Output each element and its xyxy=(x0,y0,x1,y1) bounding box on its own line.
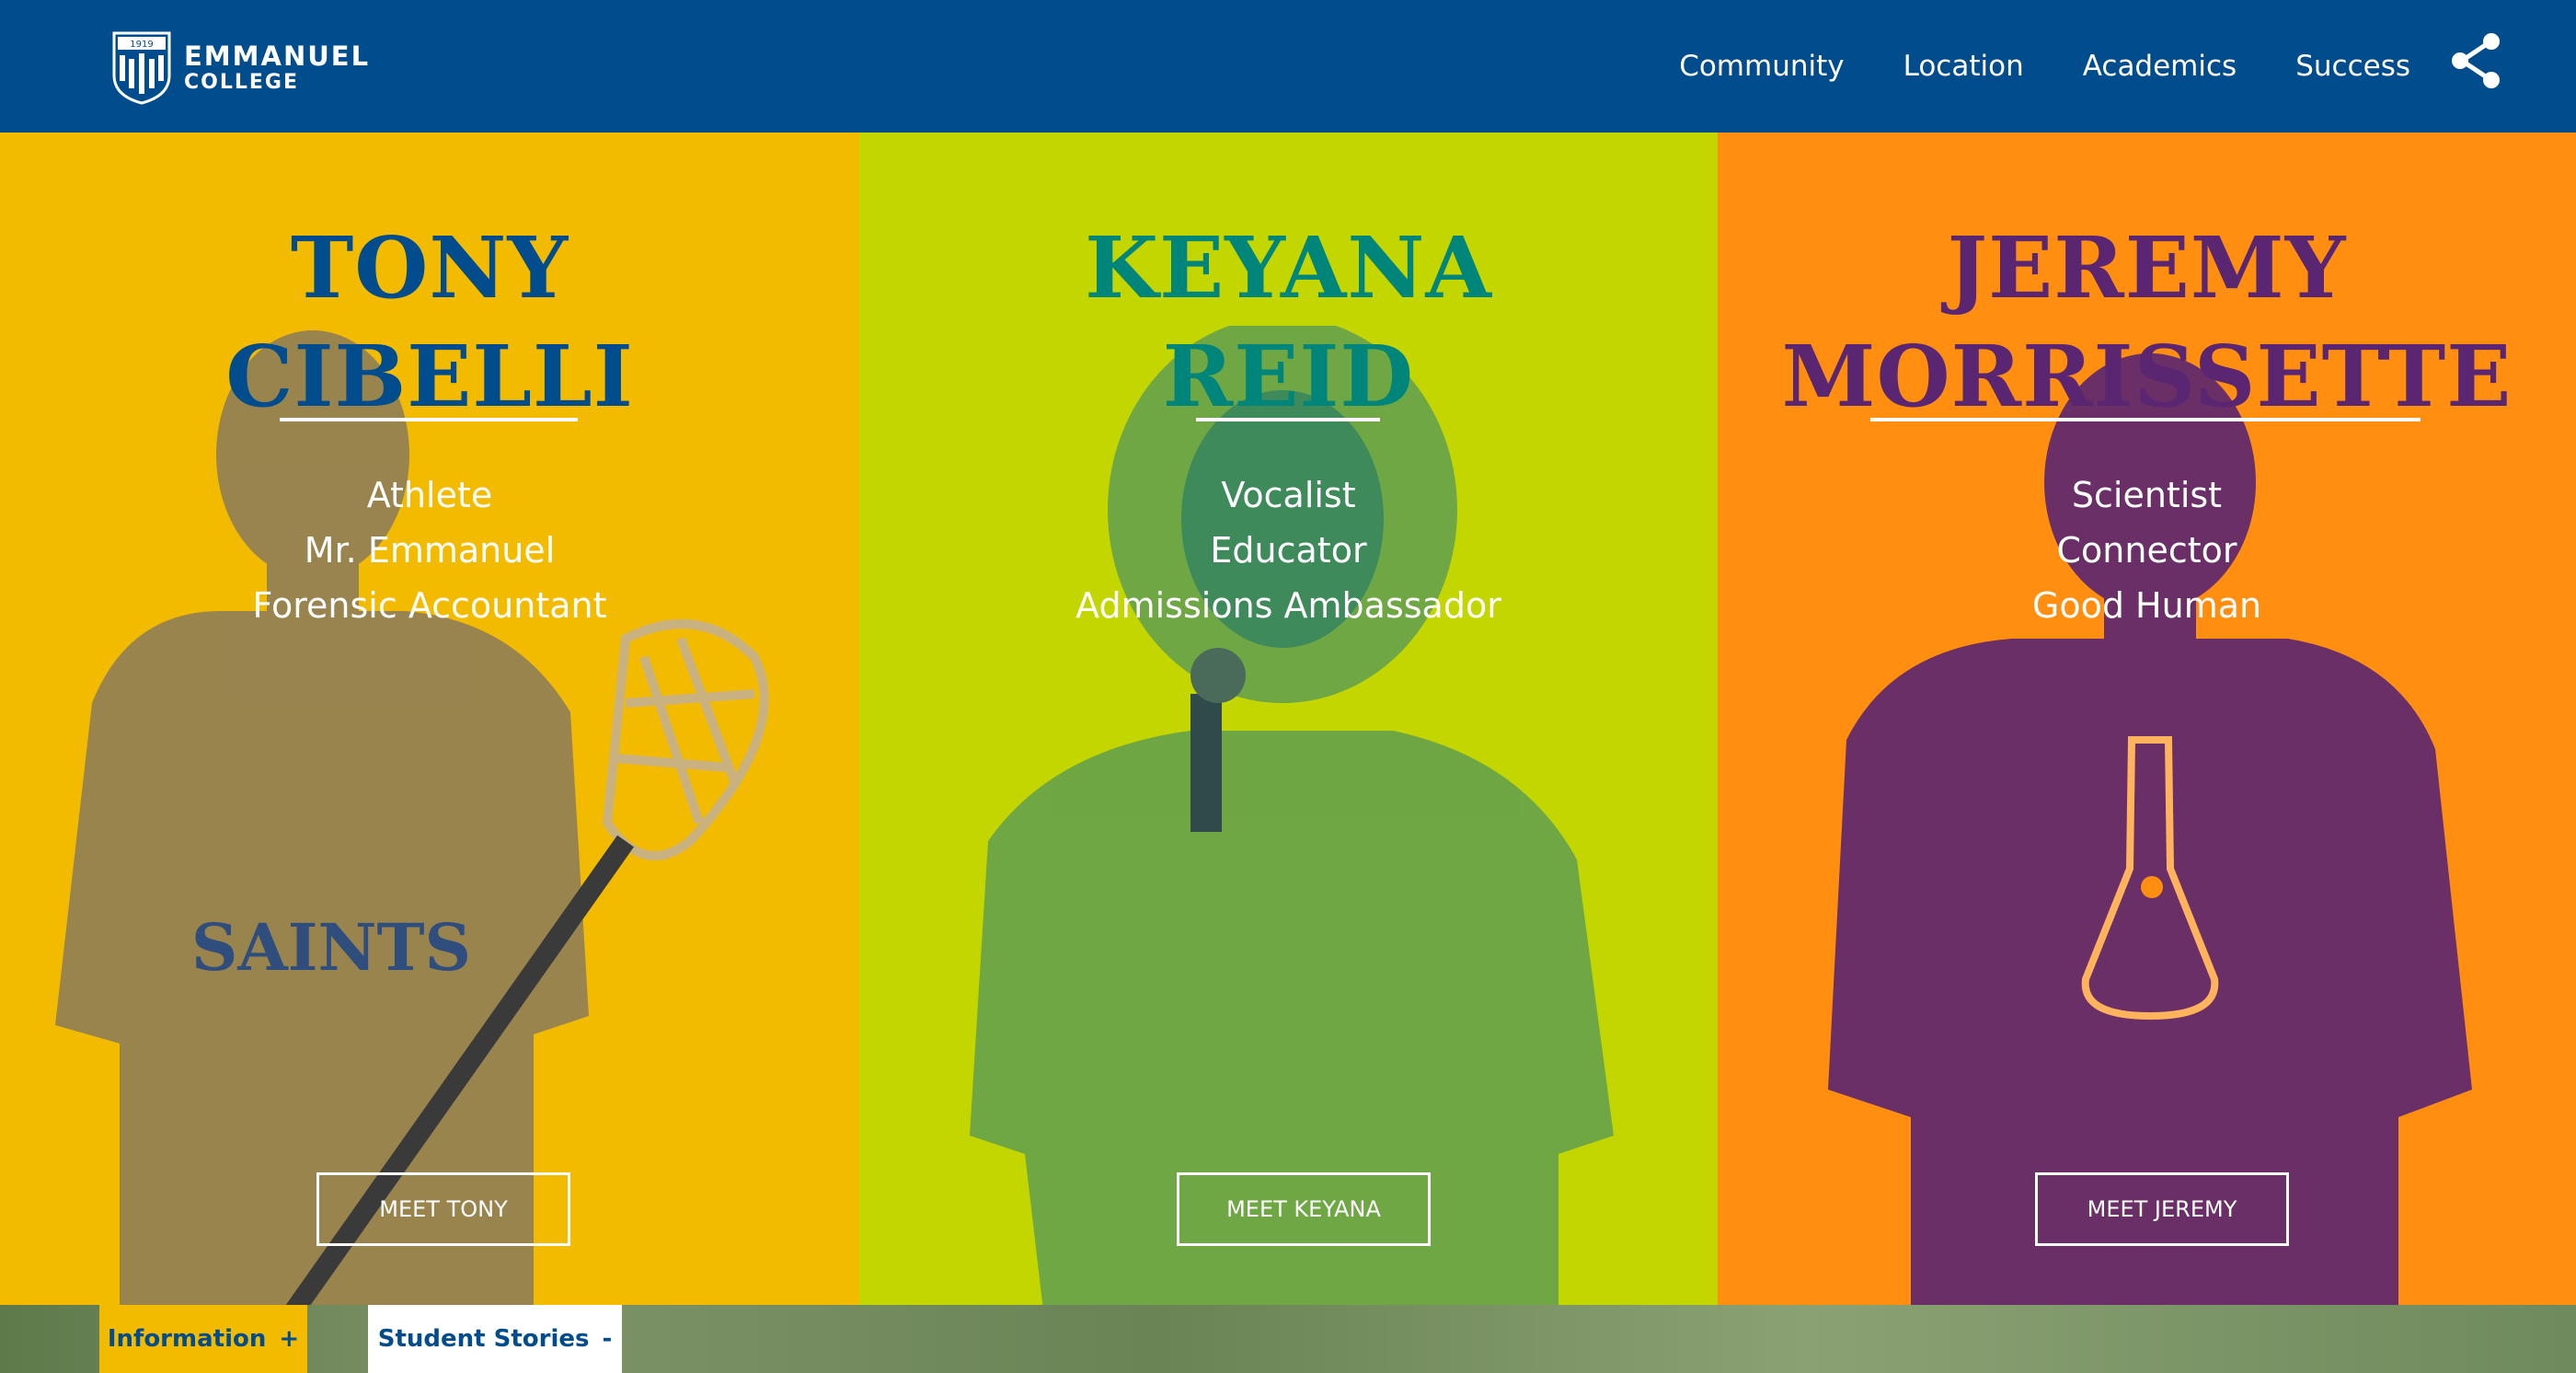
svg-text:SAINTS: SAINTS xyxy=(191,909,471,986)
tab-stories-label: Student Stories xyxy=(377,1325,590,1353)
student-roles-keyana: Vocalist Educator Admissions Ambassador xyxy=(859,467,1718,633)
minus-icon: - xyxy=(602,1325,613,1353)
last-name: REID xyxy=(1162,327,1415,426)
meet-tony-button[interactable]: MEET TONY xyxy=(316,1172,570,1246)
logo-line1: EMMANUEL xyxy=(184,40,371,72)
nav-academics[interactable]: Academics xyxy=(2083,50,2237,83)
student-roles-tony: Athlete Mr. Emmanuel Forensic Accountant xyxy=(0,467,859,633)
first-name: TONY xyxy=(290,218,569,317)
role: Athlete xyxy=(366,475,493,515)
student-roles-jeremy: Scientist Connector Good Human xyxy=(1718,467,2576,633)
student-name-keyana: KEYANA REID xyxy=(859,213,1718,431)
name-underline xyxy=(280,418,578,421)
first-name: JEREMY xyxy=(1947,218,2347,317)
student-panel-jeremy[interactable]: JEREMY MORRISSETTE Scientist Connector G… xyxy=(1718,133,2576,1305)
emmanuel-logo[interactable]: 1919 EMMANUEL COLLEGE xyxy=(112,31,370,105)
nav-community[interactable]: Community xyxy=(1679,50,1844,83)
meet-jeremy-button[interactable]: MEET JEREMY xyxy=(2035,1172,2289,1246)
share-icon[interactable] xyxy=(2447,31,2506,90)
main-nav: Community Location Academics Success xyxy=(1679,0,2576,133)
logo-line2: COLLEGE xyxy=(184,70,299,94)
nav-success[interactable]: Success xyxy=(2295,50,2410,83)
student-name-jeremy: JEREMY MORRISSETTE xyxy=(1718,213,2576,431)
role: Vocalist xyxy=(1221,475,1356,515)
last-name: CIBELLI xyxy=(225,327,634,426)
nav-location[interactable]: Location xyxy=(1903,50,2024,83)
logo-text: EMMANUEL COLLEGE xyxy=(184,40,371,94)
student-panel-tony[interactable]: SAINTS TONY CIBELLI Athlete Mr. Emmanuel… xyxy=(0,133,859,1305)
role: Connector xyxy=(2056,530,2237,571)
meet-keyana-button[interactable]: MEET KEYANA xyxy=(1177,1172,1431,1246)
name-underline xyxy=(1870,418,2421,421)
role: Educator xyxy=(1210,530,1367,571)
role: Good Human xyxy=(2031,585,2262,626)
tab-information[interactable]: Information + xyxy=(99,1305,307,1373)
site-header: 1919 EMMANUEL COLLEGE Community Location… xyxy=(0,0,2576,133)
student-name-tony: TONY CIBELLI xyxy=(0,213,859,431)
role: Mr. Emmanuel xyxy=(304,530,556,571)
role: Forensic Accountant xyxy=(252,585,607,626)
tab-student-stories[interactable]: Student Stories - xyxy=(368,1305,622,1373)
logo-year: 1919 xyxy=(130,40,153,50)
last-name: MORRISSETTE xyxy=(1781,327,2513,426)
tab-information-label: Information xyxy=(107,1325,267,1353)
role: Admissions Ambassador xyxy=(1075,585,1501,626)
student-panel-keyana[interactable]: KEYANA REID Vocalist Educator Admissions… xyxy=(859,133,1718,1305)
name-underline xyxy=(1196,418,1380,421)
role: Scientist xyxy=(2071,475,2223,515)
plus-icon: + xyxy=(279,1325,300,1353)
shield-logo-icon: 1919 xyxy=(112,31,171,105)
first-name: KEYANA xyxy=(1085,218,1492,317)
student-photo-tony: SAINTS xyxy=(55,330,769,1305)
